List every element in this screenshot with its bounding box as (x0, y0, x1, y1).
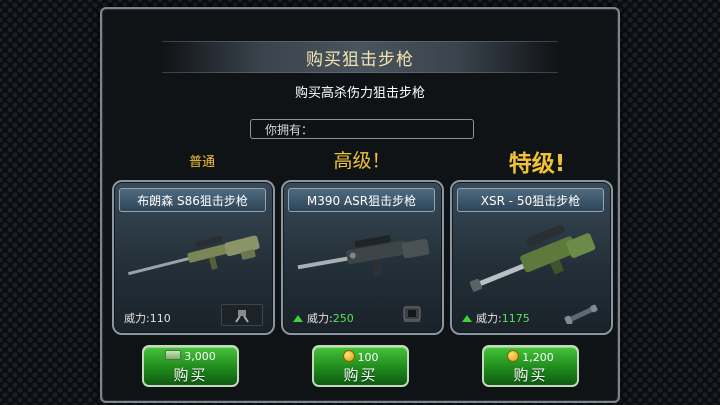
scope-icon (564, 304, 598, 326)
power-stat: 威力:110 (124, 310, 171, 326)
owned-label: 你拥有： (265, 123, 314, 137)
sniper-rifle-image (127, 235, 260, 276)
grade-label-normal: 普通 (188, 155, 215, 170)
power-up-arrow-icon (462, 315, 472, 322)
buy-button-xsr-50[interactable]: 1,200 购买 (482, 345, 579, 387)
attachment-slot (561, 304, 601, 326)
power-value: 250 (332, 312, 354, 325)
buy-label: 购买 (513, 366, 548, 384)
gold-coin-icon (507, 350, 520, 362)
price-value: 1,200 (522, 351, 554, 364)
weapon-card-m390-asr[interactable]: M390 ASR狙击步枪 威力:250 (281, 180, 444, 335)
sniper-rifle-image (469, 224, 596, 292)
power-up-arrow-icon (293, 315, 303, 322)
attachment-slot (392, 304, 432, 324)
weapon-name-bar: 布朗森 S86狙击步枪 (119, 188, 266, 212)
price-value: 3,000 (184, 350, 216, 363)
power-label: 威力: (476, 312, 502, 325)
power-value: 1175 (501, 312, 530, 325)
price-row: 1,200 (484, 350, 577, 364)
sniper-rifle-image (297, 235, 430, 277)
red-dot-sight-icon (403, 306, 421, 322)
power-label: 威力: (124, 312, 150, 325)
bipod-icon (235, 310, 249, 323)
grade-label-premium: 特级! (508, 151, 566, 177)
weapon-card-xsr-50[interactable]: XSR - 50狙击步枪 威力:1175 (450, 180, 613, 335)
weapon-name: M390 ASR狙击步枪 (306, 194, 417, 208)
dialog-subtitle: 购买高杀伤力狙击步枪 (294, 86, 425, 101)
buy-button-m390-asr[interactable]: 100 购买 (312, 345, 409, 387)
grade-label-advanced: 高级！ (333, 150, 391, 172)
buy-label: 购买 (343, 366, 378, 384)
buy-sniper-dialog: 购买狙击步枪 购买高杀伤力狙击步枪 你拥有： 普通 高级！ 特级! 布朗森 S8… (100, 7, 620, 403)
gold-coin-icon (342, 350, 355, 362)
price-row: 3,000 (144, 350, 237, 363)
weapon-name: 布朗森 S86狙击步枪 (137, 194, 248, 208)
power-stat: 威力:250 (293, 310, 354, 326)
price-row: 100 (314, 350, 407, 364)
owned-currency-field: 你拥有： (250, 119, 474, 139)
dialog-title: 购买狙击步枪 (306, 50, 414, 70)
weapon-name-bar: XSR - 50狙击步枪 (457, 188, 604, 212)
weapon-name: XSR - 50狙击步枪 (480, 194, 581, 208)
weapon-card-bronson-s86[interactable]: 布朗森 S86狙击步枪 威力:110 (112, 180, 275, 335)
buy-button-bronson-s86[interactable]: 3,000 购买 (142, 345, 239, 387)
power-value: 110 (149, 312, 171, 325)
cash-icon (165, 350, 182, 360)
attachment-slot (221, 304, 263, 326)
weapon-name-bar: M390 ASR狙击步枪 (288, 188, 435, 212)
power-stat: 威力:1175 (462, 310, 530, 326)
power-label: 威力: (307, 312, 333, 325)
price-value: 100 (357, 351, 379, 364)
buy-label: 购买 (173, 366, 208, 384)
